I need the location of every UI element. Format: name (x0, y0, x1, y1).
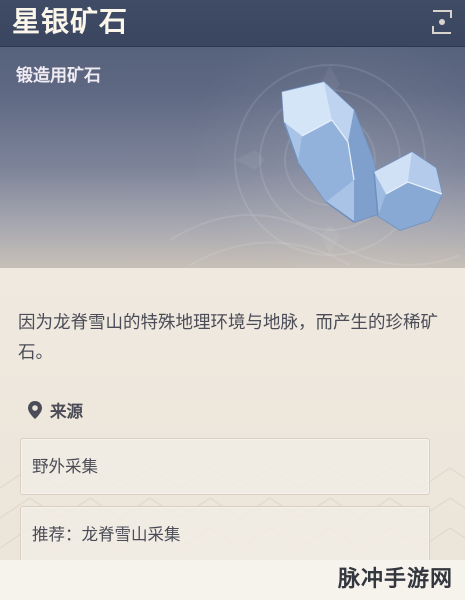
location-pin-icon (28, 401, 42, 419)
source-entry-text: 野外采集 (32, 457, 98, 476)
site-watermark: 脉冲手游网 (337, 567, 453, 592)
source-entry-wild-gathering[interactable]: 野外采集 (20, 438, 430, 495)
item-detail-card: 星银矿石 锻造用矿石 因为龙脊雪山的特殊地理环境与地脉，而产生的珍稀矿石。 来源… (0, 0, 465, 600)
corner-ornament-icon (432, 10, 452, 34)
source-label: 来源 (50, 402, 83, 421)
source-entry-text: 推荐：龙脊雪山采集 (32, 525, 181, 544)
item-type: 锻造用矿石 (16, 66, 101, 86)
item-header: 星银矿石 锻造用矿石 (0, 0, 465, 268)
item-details: 因为龙脊雪山的特殊地理环境与地脉，而产生的珍稀矿石。 来源 野外采集 推荐：龙脊… (0, 268, 465, 600)
item-description: 因为龙脊雪山的特殊地理环境与地脉，而产生的珍稀矿石。 (18, 313, 438, 363)
silver-ore-icon (281, 81, 443, 231)
title-bar: 星银矿石 (0, 0, 465, 47)
source-entry-recommended[interactable]: 推荐：龙脊雪山采集 (20, 506, 430, 563)
item-name: 星银矿石 (12, 5, 129, 38)
source-header: 来源 (28, 399, 83, 421)
